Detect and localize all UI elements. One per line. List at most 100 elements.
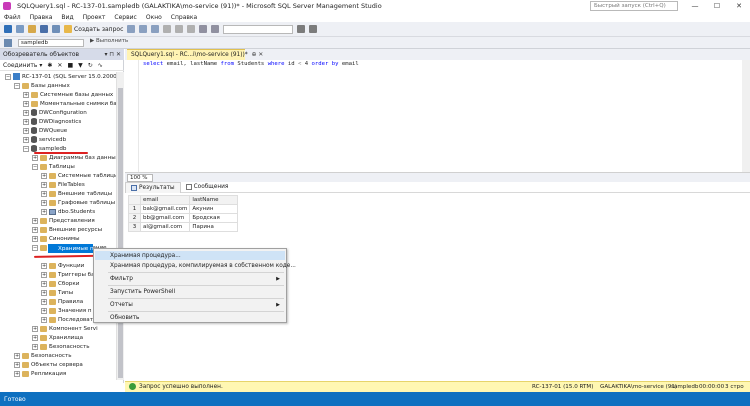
tree-node[interactable]: + Типы [41,288,73,297]
tree-node[interactable]: + Безопасность [14,351,72,360]
expand-icon[interactable]: + [41,316,47,323]
tree-scrollbar-thumb[interactable] [118,88,123,378]
expand-icon[interactable]: + [41,190,47,197]
tree-scrollbar[interactable] [116,72,124,380]
collapse-icon[interactable]: − [23,145,29,152]
menu-item-powershell[interactable]: Запустить PowerShell [95,287,285,296]
tab-close-icon[interactable]: ⊕ ✕ [252,52,264,58]
tree-node[interactable]: + Последоват [41,315,93,324]
minimize-icon[interactable]: — [684,0,706,12]
tree-node[interactable]: + Диаграммы баз данных [32,153,116,162]
collapse-icon[interactable]: − [32,244,38,251]
dmx-icon[interactable] [139,25,148,33]
expand-icon[interactable]: + [41,280,47,287]
expand-icon[interactable]: + [41,271,47,278]
query-editor[interactable]: select email, lastName from Students whe… [125,60,750,172]
expand-icon[interactable]: + [32,325,38,332]
stop-icon[interactable]: ■ [67,62,73,69]
tree-node[interactable]: + FileTables [41,180,85,189]
expand-icon[interactable]: + [41,172,47,179]
tree-node[interactable]: + Внешние таблицы [41,189,112,198]
menu-edit[interactable]: Правка [30,14,53,21]
tree-node[interactable]: + DWConfiguration [23,108,87,117]
new-query-button[interactable]: Создать запрос [64,25,123,33]
connect-plus-icon[interactable]: ✱ [47,62,52,69]
tree-node[interactable]: + DWDiagnostics [23,117,81,126]
tree-node[interactable]: + DWQueue [23,126,67,135]
tree-node[interactable]: + Представления [32,216,95,225]
refresh-icon[interactable]: ↻ [88,62,93,69]
filter-icon[interactable]: ▼ [78,62,83,69]
expand-icon[interactable]: + [23,118,29,125]
connect-icon[interactable] [4,39,12,47]
expand-icon[interactable]: + [32,217,38,224]
menu-help[interactable]: Справка [171,14,197,21]
sql-code-line[interactable]: select email, lastName from Students whe… [143,61,359,67]
column-header-email[interactable]: email [139,195,191,205]
menu-tools[interactable]: Сервис [114,14,136,21]
selected-node-stored-procedures[interactable]: Хранимые п [48,244,93,253]
expand-icon[interactable]: + [23,91,29,98]
collapse-icon[interactable]: − [14,82,20,89]
tree-node[interactable]: + Значения п [41,306,92,315]
tree-node[interactable]: + Функции [41,261,84,270]
undo-icon[interactable] [199,25,208,33]
open-file-icon[interactable] [28,25,36,33]
connect-dropdown[interactable]: Соединить ▾ [3,62,42,69]
expand-icon[interactable]: + [23,109,29,116]
close-icon[interactable]: ✕ [728,0,750,12]
tree-node[interactable]: + Хранилища [32,333,83,342]
mdx-icon[interactable] [127,25,136,33]
expand-icon[interactable]: + [41,298,47,305]
menu-window[interactable]: Окно [146,14,162,21]
menu-item-reports[interactable]: Отчеты ▶ [95,300,285,309]
expand-icon[interactable]: + [41,199,47,206]
tab-messages[interactable]: Сообщения [181,182,234,193]
tree-node[interactable]: + Системные таблицы [41,171,116,180]
solution-config-dropdown[interactable] [223,24,294,34]
column-header-lastname[interactable]: lastName [189,195,239,205]
expand-icon[interactable]: + [23,100,29,107]
tree-node[interactable]: + dbo.Students [41,207,95,216]
menu-item-native-stored-procedure[interactable]: Хранимая процедура, компилируемая в собс… [95,261,296,270]
expand-icon[interactable]: + [23,136,29,143]
collapse-icon[interactable]: − [32,163,38,170]
expand-icon[interactable]: + [14,370,20,377]
grid-corner[interactable] [128,195,141,205]
quick-launch-input[interactable]: Быстрый запуск (Ctrl+Q) [590,1,678,11]
tree-node[interactable]: + servicedb [23,135,66,144]
tree-node[interactable]: + Моментальные снимки ба [23,99,116,108]
expand-icon[interactable]: + [41,208,47,215]
menu-project[interactable]: Проект [83,14,106,21]
tree-node[interactable]: + Триггеры ба [41,270,95,279]
expand-icon[interactable]: + [14,352,20,359]
expand-icon[interactable]: + [32,235,38,242]
results-grid[interactable]: email lastName 1 bak@gmail.com Акунин 2 … [128,195,239,232]
xmla-icon[interactable] [151,25,160,33]
tab-results[interactable]: Результаты [125,181,181,193]
table-row[interactable]: 1 bak@gmail.com Акунин [128,204,239,214]
expand-icon[interactable]: + [14,379,20,380]
forward-icon[interactable] [16,25,24,33]
disconnect-icon[interactable]: ✕ [57,62,62,69]
expand-icon[interactable]: + [41,262,47,269]
tree-node[interactable]: − RC-137-01 (SQL Server 15.0.2000 - GA [5,72,116,81]
tree-node[interactable]: + PolyBase [14,378,56,380]
expand-icon[interactable]: + [23,127,29,134]
pin-close-icon[interactable]: ▾ ⊓ ✕ [104,51,121,58]
tree-node[interactable]: + Внешние ресурсы [32,225,102,234]
table-row[interactable]: 3 al@gmail.com Парина [128,222,239,232]
tree-node[interactable]: − Таблицы [32,162,75,171]
save-icon[interactable] [40,25,48,33]
expand-icon[interactable]: + [32,343,38,350]
properties-icon[interactable] [309,25,318,33]
redo-icon[interactable] [211,25,220,33]
tab-sqlquery1[interactable]: SQLQuery1.sql - RC...i\mo-service (91))*… [127,49,263,60]
expand-icon[interactable]: + [41,289,47,296]
tree-node[interactable]: + Правила [41,297,83,306]
table-row[interactable]: 2 bb@gmail.com Бродская [128,213,239,223]
tree-node[interactable]: + Безопасность [32,342,90,351]
expand-icon[interactable]: + [32,226,38,233]
tree-node[interactable]: + Компонент Servi [32,324,98,333]
maximize-icon[interactable]: ☐ [706,0,728,12]
